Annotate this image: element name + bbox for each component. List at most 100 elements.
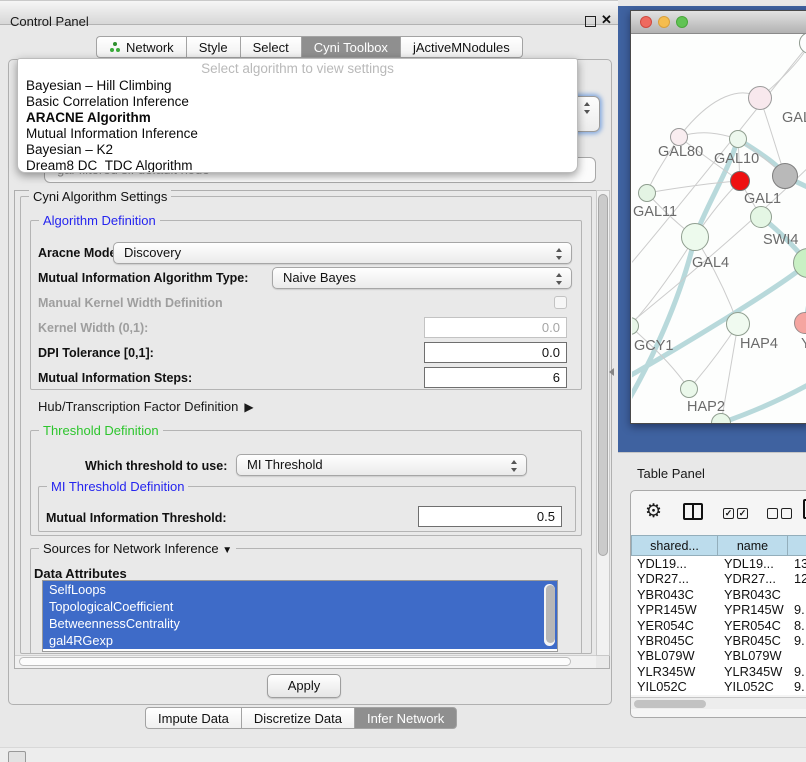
expand-right-icon: ▶ (244, 400, 253, 414)
table-cell: YDR27... (631, 571, 718, 586)
mi-threshold-input[interactable] (418, 506, 562, 527)
table-row[interactable]: YBR045CYBR045C9. (631, 633, 806, 648)
table-row[interactable]: YDR27...YDR27...12 (631, 571, 806, 586)
network-edges (632, 34, 806, 423)
node-label-y: Y (801, 336, 806, 352)
attribute-list-scrollbar-thumb[interactable] (546, 585, 555, 643)
table-row[interactable]: YPR145WYPR145W9. (631, 602, 806, 617)
algorithm-option-mutual-information-inference[interactable]: Mutual Information Inference (18, 126, 577, 142)
table-row[interactable]: YIL052CYIL052C9. (631, 679, 806, 694)
column-header-name[interactable]: name (718, 535, 788, 556)
table-row[interactable]: YER054CYER054C8. (631, 618, 806, 633)
kernel-width-input[interactable] (424, 317, 567, 338)
algorithm-option-basic-correlation-inference[interactable]: Basic Correlation Inference (18, 94, 577, 110)
aracne-mode-combobox[interactable]: Discovery (113, 242, 572, 264)
float-window-icon[interactable] (585, 16, 596, 27)
mi-algorithm-type-combobox[interactable]: Naive Bayes (272, 267, 572, 289)
dpi-tolerance-input[interactable] (424, 342, 567, 363)
algorithm-option-dream8-dc-tdc-algorithm[interactable]: Dream8 DC_TDC Algorithm (18, 158, 577, 173)
gear-icon[interactable]: ⚙ (645, 500, 662, 523)
attribute-item-betweennesscentrality[interactable]: BetweennessCentrality (43, 615, 557, 632)
kernel-width-label: Kernel Width (0,1): (38, 321, 148, 335)
algorithm-popup-items: Bayesian – Hill ClimbingBasic Correlatio… (18, 78, 577, 173)
tab-network[interactable]: Network (96, 36, 186, 58)
apply-button[interactable]: Apply (267, 674, 341, 698)
data-attributes-list: SelfLoopsTopologicalCoefficientBetweenne… (42, 580, 558, 652)
settings-vertical-scrollbar-thumb[interactable] (598, 194, 608, 556)
mi-threshold-definition-label: MI Threshold Definition (47, 479, 188, 494)
sources-label[interactable]: Sources for Network Inference ▼ (39, 541, 236, 556)
node-gal10[interactable] (729, 130, 747, 148)
bottom-tab-impute-data[interactable]: Impute Data (145, 707, 241, 729)
table-row[interactable]: YBL079WYBL079W (631, 648, 806, 663)
algorithm-option-aracne-algorithm[interactable]: ARACNE Algorithm (18, 110, 577, 126)
expand-down-icon: ▼ (222, 545, 232, 556)
attribute-item-selfloops[interactable]: SelfLoops (43, 581, 557, 598)
table-horizontal-scrollbar[interactable] (631, 697, 806, 709)
mi-threshold-label: Mutual Information Threshold: (46, 511, 227, 525)
table-row[interactable]: YDL19...YDL19...13 (631, 556, 806, 571)
bottom-tabbar: Impute DataDiscretize DataInfer Network (145, 707, 457, 729)
node-gal4[interactable] (681, 223, 709, 251)
checked-checkbox-icon[interactable]: ✓ (723, 508, 734, 519)
table-cell: 8. (788, 618, 806, 633)
panel-collapse-arrow-icon[interactable] (609, 368, 614, 376)
table-horizontal-scrollbar-thumb[interactable] (634, 700, 706, 708)
node-unlabeled[interactable] (750, 206, 772, 228)
close-icon[interactable]: ✕ (601, 12, 612, 28)
bottom-tab-infer-network[interactable]: Infer Network (354, 707, 457, 729)
combo-arrows-icon (583, 101, 590, 115)
combo-arrows-icon (510, 459, 517, 473)
tab-select[interactable]: Select (240, 36, 301, 58)
unchecked-checkbox-icon[interactable] (767, 508, 778, 519)
attribute-item-gal4rgexp[interactable]: gal4RGexp (43, 632, 557, 649)
algorithm-option-bayesian-hill-climbing[interactable]: Bayesian – Hill Climbing (18, 78, 577, 94)
dpi-tolerance-label: DPI Tolerance [0,1]: (38, 346, 154, 360)
hub-transcription-factor-expander[interactable]: Hub/Transcription Factor Definition▶ (38, 399, 254, 414)
node-unlabeled[interactable] (772, 163, 798, 189)
checked-checkbox-icon[interactable]: ✓ (737, 508, 748, 519)
table-cell: YIL052C (718, 679, 788, 694)
network-window-titlebar[interactable] (631, 11, 806, 34)
node-gal1[interactable] (730, 171, 750, 191)
network-canvas[interactable]: GALGAL80GAL10GAL1GAL11GAL4SWI4HAP4YGCY1H… (632, 34, 806, 423)
attribute-item-topologicalcoefficient[interactable]: TopologicalCoefficient (43, 598, 557, 615)
control-panel-title: Control Panel (10, 14, 89, 29)
table-row[interactable]: YBR043CYBR043C (631, 587, 806, 602)
unchecked-checkbox-icon[interactable] (781, 508, 792, 519)
node-gal[interactable] (748, 86, 772, 110)
table-row[interactable]: YLR345WYLR345W9. (631, 664, 806, 679)
minimize-traffic-light-icon[interactable] (658, 16, 670, 28)
table-cell: YLR345W (631, 664, 718, 679)
manual-kernel-width-checkbox[interactable] (554, 296, 567, 309)
settings-horizontal-scrollbar-thumb[interactable] (19, 657, 571, 666)
node-label-gal: GAL (782, 110, 806, 126)
sources-title-text: Sources for Network Inference (43, 541, 219, 556)
table-cell: 9. (788, 602, 806, 617)
algorithm-option-bayesian-k2[interactable]: Bayesian – K2 (18, 142, 577, 158)
control-panel-tabbar: NetworkStyleSelectCyni ToolboxjActiveMNo… (96, 36, 523, 58)
table-toolbar: ⚙ ✓ ✓ (631, 491, 806, 535)
split-view-icon[interactable] (683, 503, 703, 520)
table-cell (788, 587, 806, 602)
mi-steps-field-wrap (424, 367, 567, 388)
mi-steps-input[interactable] (424, 367, 567, 388)
minimized-panel-button[interactable] (8, 751, 26, 762)
node-hap4[interactable] (726, 312, 750, 336)
tab-jactivemnodules[interactable]: jActiveMNodules (400, 36, 523, 58)
bottom-tab-discretize-data[interactable]: Discretize Data (241, 707, 354, 729)
column-header-a[interactable]: A (788, 535, 806, 556)
zoom-traffic-light-icon[interactable] (676, 16, 688, 28)
which-threshold-combobox[interactable]: MI Threshold (236, 454, 527, 476)
tab-style[interactable]: Style (186, 36, 240, 58)
combo-arrows-icon (555, 247, 562, 261)
node-gal11[interactable] (638, 184, 656, 202)
close-traffic-light-icon[interactable] (640, 16, 652, 28)
tab-cyni-toolbox[interactable]: Cyni Toolbox (301, 36, 400, 58)
column-header-shared[interactable]: shared... (631, 535, 718, 556)
table-cell: YDR27... (718, 571, 788, 586)
node-hap2[interactable] (680, 380, 698, 398)
dpi-tolerance-field-wrap (424, 342, 567, 363)
mi-steps-label: Mutual Information Steps: (38, 371, 192, 385)
table-cell: YBR043C (631, 587, 718, 602)
